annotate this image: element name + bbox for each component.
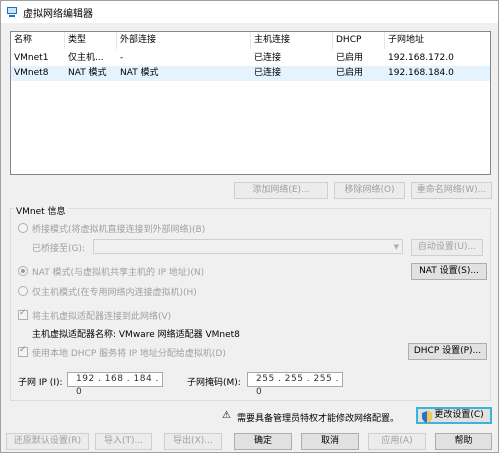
bridged-to-label: 已桥接至(G): [32,244,86,254]
auto-settings-button[interactable]: 自动设置(U)... [411,239,483,256]
warning-icon: ⚠ [222,410,231,421]
table-cell: 192.168.184.0 [388,68,454,78]
virtual-network-editor-window: 虚拟网络编辑器 名称 类型 外部连接 主机连接 DHCP 子网地址 VMnet1… [0,0,499,453]
table-cell: VMnet8 [14,68,49,78]
list-header: 名称 类型 外部连接 主机连接 DHCP 子网地址 [11,32,490,49]
admin-notice-text: 需要具备管理员特权才能修改网络配置。 [237,414,400,424]
table-cell: - [120,53,124,63]
host-only-radio[interactable] [18,286,28,296]
add-network-button[interactable]: 添加网络(E)... [234,182,328,199]
dhcp-settings-button[interactable]: DHCP 设置(P)... [408,343,487,360]
column-header-name[interactable]: 名称 [11,32,65,49]
bridge-mode-radio[interactable] [18,223,28,233]
nat-mode-label: NAT 模式(与虚拟机共享主机的 IP 地址)(N) [32,268,205,278]
table-cell: 192.168.172.0 [388,53,454,63]
restore-defaults-button[interactable]: 还原默认设置(R) [6,433,89,450]
adapter-name-label: 主机虚拟适配器名称: VMware 网络适配器 VMnet8 [32,330,240,340]
table-row[interactable]: VMnet1 仅主机... - 已连接 已启用 192.168.172.0 [11,51,490,66]
dhcp-label: 使用本地 DHCP 服务将 IP 地址分配给虚拟机(D) [32,349,226,359]
ok-button[interactable]: 确定 [234,433,292,450]
subnet-mask-input[interactable]: 255 . 255 . 255 . 0 [247,372,343,397]
column-header-external[interactable]: 外部连接 [117,32,251,49]
apply-button[interactable]: 应用(A) [368,433,426,450]
vmnet-info-label: VMnet 信息 [14,204,68,217]
bridged-to-select[interactable]: ▼ [93,239,403,254]
column-header-host[interactable]: 主机连接 [251,32,333,49]
table-cell: 已启用 [336,68,364,78]
remove-network-button[interactable]: 移除网络(O) [334,182,405,199]
network-list[interactable]: 名称 类型 外部连接 主机连接 DHCP 子网地址 VMnet1 仅主机... … [10,31,491,175]
help-button[interactable]: 帮助 [435,433,492,450]
title-bar: 虚拟网络编辑器 [1,1,498,23]
change-settings-label: 更改设置(C) [434,410,484,420]
column-header-type[interactable]: 类型 [65,32,117,49]
import-button[interactable]: 导入(T)... [95,433,152,450]
nat-settings-button[interactable]: NAT 设置(S)... [411,263,487,280]
bridge-mode-label: 桥接模式(将虚拟机直接连接到外部网络)(B) [32,225,206,235]
table-cell: 已连接 [254,53,282,63]
uac-shield-icon [422,411,432,423]
subnet-ip-input[interactable]: 192 . 168 . 184 . 0 [67,372,163,397]
column-header-dhcp[interactable]: DHCP [333,32,385,49]
table-cell: VMnet1 [14,53,49,63]
window-title: 虚拟网络编辑器 [23,8,93,20]
rename-network-button[interactable]: 重命名网络(W)... [411,182,492,199]
column-header-subnet[interactable]: 子网地址 [385,32,492,49]
host-only-label: 仅主机模式(在专用网络内连接虚拟机)(H) [32,288,197,298]
cancel-button[interactable]: 取消 [301,433,359,450]
change-settings-button[interactable]: 更改设置(C) [416,407,492,424]
table-row-selected[interactable]: VMnet8 NAT 模式 NAT 模式 已连接 已启用 192.168.184… [11,66,490,81]
table-cell: NAT 模式 [68,68,107,78]
table-cell: NAT 模式 [120,68,159,78]
chevron-down-icon: ▼ [393,243,399,251]
export-button[interactable]: 导出(X)... [164,433,222,450]
table-cell: 已启用 [336,53,364,63]
subnet-mask-label: 子网掩码(M): [187,378,241,388]
subnet-ip-label: 子网 IP (I): [18,378,63,388]
connect-adapter-label: 将主机虚拟适配器连接到此网络(V) [32,312,172,322]
network-editor-icon [6,6,18,18]
table-cell: 已连接 [254,68,282,78]
nat-mode-radio[interactable] [18,266,28,276]
dhcp-checkbox[interactable] [18,345,28,357]
connect-adapter-checkbox[interactable] [18,308,28,320]
table-cell: 仅主机... [68,53,104,63]
